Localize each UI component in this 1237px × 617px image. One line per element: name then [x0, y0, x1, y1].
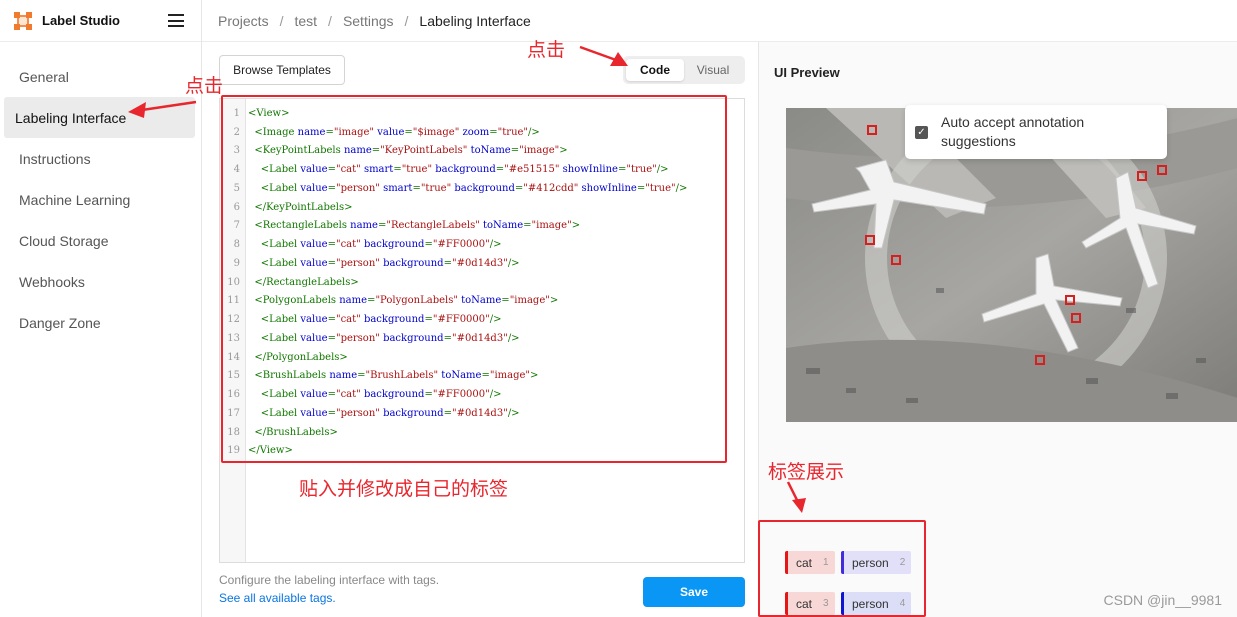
- sidebar-item-cloud-storage[interactable]: Cloud Storage: [4, 220, 195, 261]
- sidebar-item-danger-zone[interactable]: Danger Zone: [4, 302, 195, 343]
- tab-visual[interactable]: Visual: [684, 59, 742, 81]
- breadcrumb-separator: /: [328, 12, 332, 29]
- app-root: Label Studio General Labeling Interface …: [0, 0, 1237, 617]
- annotation-paste-modify: 贴入并修改成自己的标签: [299, 478, 509, 500]
- breadcrumb-project[interactable]: test: [294, 13, 317, 29]
- label-studio-logo-icon: [14, 11, 32, 30]
- editor-mode-toggle: Code Visual: [623, 56, 745, 84]
- brand-name: Label Studio: [42, 13, 120, 28]
- breadcrumb-separator: /: [404, 12, 409, 29]
- menu-icon[interactable]: [168, 14, 184, 27]
- code-highlight-frame: [221, 95, 727, 463]
- available-tags-link[interactable]: See all available tags.: [219, 591, 336, 605]
- auto-accept-toggle[interactable]: ✓ Auto accept annotation suggestions: [905, 105, 1167, 159]
- labels-highlight-frame: [758, 520, 926, 617]
- config-hint: Configure the labeling interface with ta…: [219, 573, 440, 587]
- sidebar-item-general[interactable]: General: [4, 56, 195, 97]
- arrow-icon: [128, 100, 197, 118]
- annotation-click-code: 点击: [527, 39, 566, 61]
- sidebar-item-webhooks[interactable]: Webhooks: [4, 261, 195, 302]
- sidebar: Label Studio General Labeling Interface …: [0, 0, 202, 617]
- breadcrumb-current: Labeling Interface: [419, 12, 531, 29]
- breadcrumb-separator: /: [279, 12, 284, 29]
- save-button[interactable]: Save: [643, 577, 745, 607]
- arrow-icon: [579, 45, 628, 66]
- arrow-icon: [786, 481, 806, 513]
- breadcrumb-settings[interactable]: Settings: [343, 13, 394, 29]
- auto-accept-label: Auto accept annotation suggestions: [941, 114, 1085, 149]
- tab-code[interactable]: Code: [626, 59, 684, 81]
- watermark: CSDN @jin__9981: [1103, 592, 1223, 608]
- preview-title: UI Preview: [774, 65, 840, 80]
- annotation-click-sidebar: 点击: [185, 75, 224, 97]
- sidebar-item-instructions[interactable]: Instructions: [4, 138, 195, 179]
- breadcrumb: Projects / test / Settings / Labeling In…: [202, 0, 1237, 42]
- browse-templates-button[interactable]: Browse Templates: [219, 55, 345, 85]
- sidebar-item-machine-learning[interactable]: Machine Learning: [4, 179, 195, 220]
- checkbox-checked-icon[interactable]: ✓: [915, 125, 928, 139]
- breadcrumb-projects[interactable]: Projects: [218, 13, 269, 29]
